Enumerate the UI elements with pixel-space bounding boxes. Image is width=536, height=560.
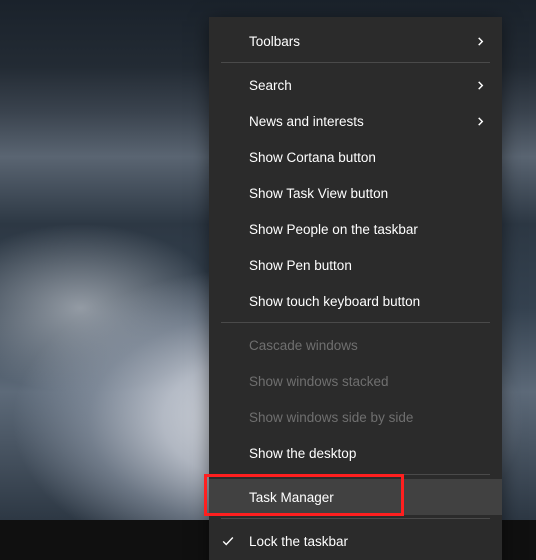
menu-item-show-pen-button[interactable]: Show Pen button (209, 247, 502, 283)
menu-item-label: Show windows stacked (249, 374, 488, 389)
chevron-right-icon (472, 77, 488, 93)
menu-item-task-manager[interactable]: Task Manager (209, 479, 502, 515)
chevron-right-icon (472, 113, 488, 129)
menu-item-show-task-view-button[interactable]: Show Task View button (209, 175, 502, 211)
desktop-background: Toolbars Search News and interests Show Cor… (0, 0, 536, 560)
menu-item-show-people-on-the-taskbar[interactable]: Show People on the taskbar (209, 211, 502, 247)
menu-item-lock-the-taskbar[interactable]: Lock the taskbar (209, 523, 502, 559)
menu-item-label: Cascade windows (249, 338, 488, 353)
menu-item-show-touch-keyboard-button[interactable]: Show touch keyboard button (209, 283, 502, 319)
menu-separator (221, 62, 490, 63)
menu-item-show-windows-stacked: Show windows stacked (209, 363, 502, 399)
menu-item-label: News and interests (249, 114, 472, 129)
menu-item-label: Lock the taskbar (249, 534, 488, 549)
menu-separator (221, 322, 490, 323)
menu-item-label: Task Manager (249, 490, 488, 505)
menu-item-label: Show Cortana button (249, 150, 488, 165)
menu-item-label: Show windows side by side (249, 410, 488, 425)
menu-item-label: Show Task View button (249, 186, 488, 201)
menu-item-show-cortana-button[interactable]: Show Cortana button (209, 139, 502, 175)
taskbar-context-menu: Toolbars Search News and interests Show Cor… (209, 17, 502, 560)
menu-item-show-windows-side-by-side: Show windows side by side (209, 399, 502, 435)
chevron-right-icon (472, 33, 488, 49)
menu-item-label: Search (249, 78, 472, 93)
check-icon (220, 533, 236, 549)
menu-separator (221, 518, 490, 519)
menu-separator (221, 474, 490, 475)
menu-item-label: Show Pen button (249, 258, 488, 273)
menu-item-label: Show touch keyboard button (249, 294, 488, 309)
menu-item-label: Show the desktop (249, 446, 488, 461)
menu-item-label: Toolbars (249, 34, 472, 49)
menu-item-show-the-desktop[interactable]: Show the desktop (209, 435, 502, 471)
menu-item-toolbars[interactable]: Toolbars (209, 23, 502, 59)
menu-item-news-and-interests[interactable]: News and interests (209, 103, 502, 139)
menu-item-cascade-windows: Cascade windows (209, 327, 502, 363)
menu-item-search[interactable]: Search (209, 67, 502, 103)
menu-item-label: Show People on the taskbar (249, 222, 488, 237)
